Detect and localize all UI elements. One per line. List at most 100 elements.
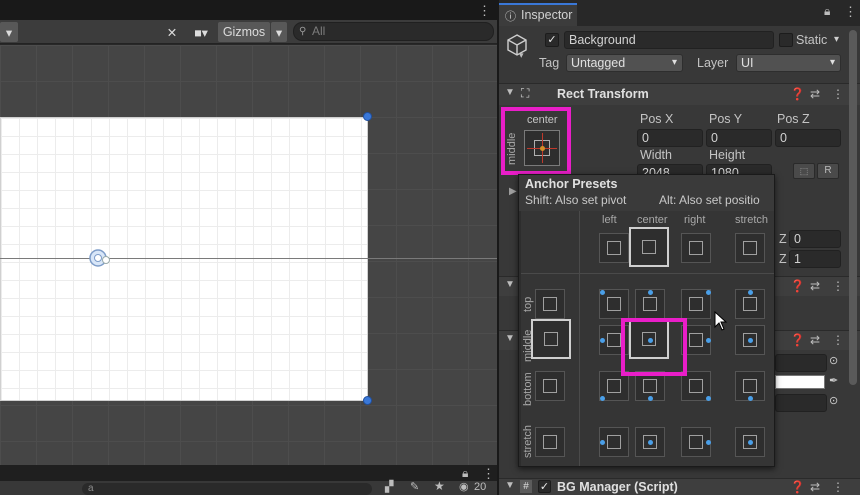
preset-bottom-stretch[interactable] bbox=[735, 371, 765, 401]
canvas-rect[interactable] bbox=[0, 117, 368, 401]
more-options-icon[interactable]: ⋮ bbox=[478, 3, 491, 19]
more-options-icon[interactable]: ⋮ bbox=[832, 333, 844, 347]
corner-handle-top-right[interactable] bbox=[363, 112, 372, 121]
scale-z-field[interactable]: 1 bbox=[789, 250, 841, 268]
static-label[interactable]: Static bbox=[796, 33, 827, 47]
scene-viewport[interactable] bbox=[0, 45, 497, 465]
grid-divider bbox=[521, 273, 774, 274]
preset-top-right[interactable] bbox=[681, 289, 711, 319]
gameobject-cube-icon bbox=[507, 34, 527, 56]
foldout-arrow-icon[interactable]: ▼ bbox=[505, 279, 515, 290]
tab-inspector[interactable]: ⓘ Inspector bbox=[499, 3, 577, 26]
preset-header-right[interactable] bbox=[681, 233, 711, 263]
preset-bottom-header[interactable] bbox=[535, 371, 565, 401]
preset-middle-header[interactable] bbox=[531, 319, 571, 359]
pos-x-label: Pos X bbox=[640, 112, 674, 126]
foldout-arrow-icon[interactable]: ▼ bbox=[505, 333, 515, 344]
preset-stretch-left[interactable] bbox=[599, 427, 629, 457]
material-field[interactable] bbox=[775, 394, 827, 412]
more-options-icon[interactable]: ⋮ bbox=[482, 466, 495, 482]
preset-top-center[interactable] bbox=[635, 289, 665, 319]
help-icon[interactable]: ❓ bbox=[790, 480, 805, 494]
help-icon[interactable]: ❓ bbox=[790, 87, 805, 101]
pos-x-field[interactable]: 0 bbox=[637, 129, 703, 147]
foldout-arrow-icon[interactable]: ▶ bbox=[509, 186, 517, 197]
preset-header-stretch[interactable] bbox=[735, 233, 765, 263]
preset-header-left[interactable] bbox=[599, 233, 629, 263]
foldout-arrow-icon[interactable]: ▼ bbox=[505, 480, 515, 491]
inspector-tab-bar: ⓘ Inspector 🔒︎ ⋮ bbox=[499, 0, 860, 26]
rect-transform-title: Rect Transform bbox=[557, 87, 649, 101]
corner-handle-bottom-right[interactable] bbox=[363, 396, 372, 405]
lock-icon[interactable]: 🔒︎ bbox=[462, 466, 468, 481]
column-label-right: right bbox=[684, 214, 706, 226]
bg-manager-header[interactable]: ▼ # ✓ BG Manager (Script) ❓ ⇄ ⋮ bbox=[499, 478, 860, 495]
object-field[interactable] bbox=[775, 354, 827, 372]
info-icon: ⓘ bbox=[505, 11, 516, 23]
active-checkbox[interactable]: ✓ bbox=[545, 33, 559, 47]
favorite-icon[interactable]: ★ bbox=[434, 479, 445, 493]
lock-icon[interactable]: 🔒︎ bbox=[824, 4, 830, 19]
camera-icon[interactable]: ■▾ bbox=[186, 22, 216, 42]
foldout-arrow-icon[interactable]: ▼ bbox=[505, 87, 515, 98]
preset-icon[interactable]: ⇄ bbox=[810, 480, 820, 494]
gizmos-dropdown-icon[interactable]: ▾ bbox=[271, 22, 287, 42]
eyedropper-icon[interactable]: ✒ bbox=[829, 374, 838, 387]
preset-middle-stretch[interactable] bbox=[735, 325, 765, 355]
column-label-center: center bbox=[637, 214, 668, 226]
preset-icon[interactable]: ⇄ bbox=[810, 87, 820, 101]
object-picker-icon[interactable]: ⊙ bbox=[829, 354, 838, 367]
highlight-anchor-widget bbox=[501, 107, 571, 175]
dropdown-chevron-icon[interactable]: ▾ bbox=[0, 22, 18, 42]
preset-header-center[interactable] bbox=[629, 227, 669, 267]
preset-top-left[interactable] bbox=[599, 289, 629, 319]
help-icon[interactable]: ❓ bbox=[790, 333, 805, 347]
visibility-icon[interactable]: ◉ bbox=[459, 480, 469, 493]
tag-dropdown[interactable]: Untagged ▾ bbox=[566, 54, 683, 72]
scene-search-input[interactable]: ⚲ All bbox=[293, 22, 494, 41]
preset-stretch-right[interactable] bbox=[681, 427, 711, 457]
width-label: Width bbox=[640, 148, 672, 162]
scene-filter-icon[interactable]: ▞ bbox=[385, 480, 393, 493]
more-options-icon[interactable]: ⋮ bbox=[832, 87, 844, 101]
rect-transform-icon: ⛶ bbox=[521, 86, 530, 100]
static-checkbox[interactable] bbox=[779, 33, 793, 47]
inspector-scrollbar[interactable] bbox=[849, 30, 857, 385]
layer-dropdown[interactable]: UI ▾ bbox=[736, 54, 841, 72]
object-name-field[interactable]: Background bbox=[564, 31, 774, 49]
layer-label: Layer bbox=[697, 56, 729, 70]
preset-icon[interactable]: ⇄ bbox=[810, 279, 820, 293]
pos-z-field[interactable]: 0 bbox=[775, 129, 841, 147]
preset-stretch-center[interactable] bbox=[635, 427, 665, 457]
color-swatch[interactable] bbox=[775, 375, 825, 389]
visibility-count: 20 bbox=[474, 481, 487, 493]
tools-icon[interactable]: ✕ bbox=[162, 22, 182, 42]
shift-hint: Shift: Also set pivot bbox=[525, 193, 627, 207]
column-label-left: left bbox=[602, 214, 617, 226]
more-options-icon[interactable]: ⋮ bbox=[832, 279, 844, 293]
icon-dropdown-icon[interactable]: ▾ bbox=[519, 50, 524, 61]
row-label-top: top bbox=[522, 296, 534, 312]
static-dropdown-icon[interactable]: ▾ bbox=[834, 34, 839, 45]
pos-y-field[interactable]: 0 bbox=[706, 129, 772, 147]
object-picker-icon[interactable]: ⊙ bbox=[829, 394, 838, 407]
tag-label: Tag bbox=[539, 56, 560, 70]
preset-top-header[interactable] bbox=[535, 289, 565, 319]
rotation-z-field[interactable]: 0 bbox=[789, 230, 841, 248]
project-search-input[interactable]: a bbox=[82, 483, 372, 495]
label-icon[interactable]: ✎ bbox=[410, 480, 419, 493]
preset-icon[interactable]: ⇄ bbox=[810, 333, 820, 347]
help-icon[interactable]: ❓ bbox=[790, 279, 805, 293]
preset-stretch-stretch[interactable] bbox=[735, 427, 765, 457]
more-options-icon[interactable]: ⋮ bbox=[832, 480, 844, 494]
more-options-icon[interactable]: ⋮ bbox=[844, 4, 857, 20]
gizmos-button[interactable]: Gizmos bbox=[218, 22, 270, 42]
alt-hint: Alt: Also set positio bbox=[659, 193, 760, 207]
rect-pivot-icon[interactable] bbox=[86, 247, 114, 269]
preset-top-stretch[interactable] bbox=[735, 289, 765, 319]
enabled-checkbox[interactable]: ✓ bbox=[538, 480, 551, 493]
blueprint-mode-button[interactable]: ⬚ bbox=[793, 163, 815, 179]
rect-transform-header[interactable]: ▼ ⛶ Rect Transform ❓ ⇄ ⋮ bbox=[499, 83, 860, 105]
raw-edit-button[interactable]: R bbox=[817, 163, 839, 179]
preset-stretch-header[interactable] bbox=[535, 427, 565, 457]
